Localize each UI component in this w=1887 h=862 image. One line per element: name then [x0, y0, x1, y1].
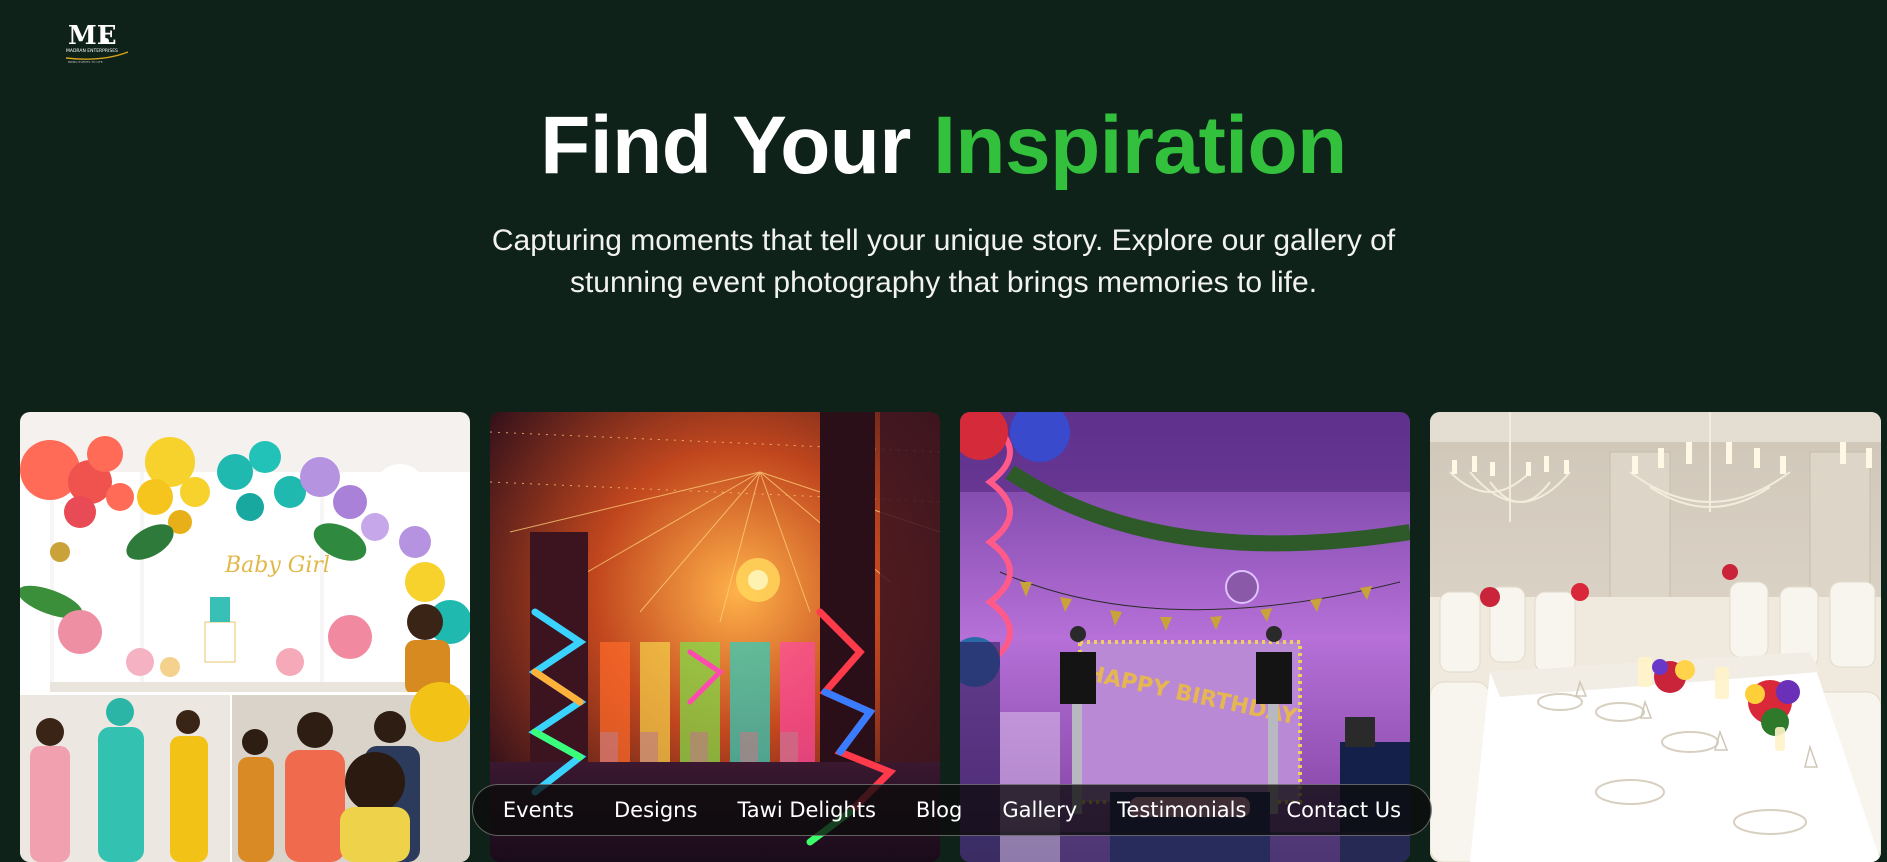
- hero-subtitle: Capturing moments that tell your unique …: [491, 224, 1396, 299]
- gallery-image-banquet-hall[interactable]: [1430, 412, 1881, 862]
- nav-testimonials[interactable]: Testimonials: [1097, 798, 1266, 822]
- nav-events[interactable]: Events: [483, 798, 594, 822]
- title-prefix: Find Your: [540, 100, 911, 191]
- gallery-image-baby-shower[interactable]: Baby Girl: [20, 412, 470, 862]
- logo-mark: ME: [68, 21, 117, 51]
- brand-logo[interactable]: ME MADRAN ENTERPRISES BRING EVENTS TO LI…: [62, 18, 138, 68]
- hero-section: Find Your Inspiration Capturing moments …: [0, 100, 1887, 304]
- title-accent: Inspiration: [933, 100, 1347, 191]
- page-title: Find Your Inspiration: [0, 100, 1887, 192]
- nav-blog[interactable]: Blog: [896, 798, 982, 822]
- nav-tawi-delights[interactable]: Tawi Delights: [717, 798, 895, 822]
- nav-gallery[interactable]: Gallery: [982, 798, 1097, 822]
- nav-contact-us[interactable]: Contact Us: [1266, 798, 1421, 822]
- logo-tagline: BRING EVENTS TO LIFE: [68, 60, 103, 64]
- baby-girl-sign: Baby Girl: [224, 553, 330, 578]
- logo-caption: MADRAN ENTERPRISES: [66, 48, 118, 54]
- nav-designs[interactable]: Designs: [594, 798, 717, 822]
- floating-nav: Events Designs Tawi Delights Blog Galler…: [472, 784, 1432, 836]
